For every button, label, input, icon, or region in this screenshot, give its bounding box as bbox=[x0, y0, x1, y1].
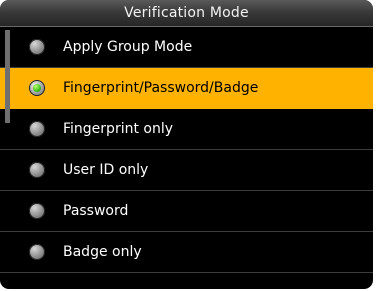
scrollbar-track[interactable] bbox=[5, 30, 10, 123]
radio-button-icon[interactable] bbox=[29, 244, 45, 260]
option-fingerprint-only[interactable]: Fingerprint only bbox=[0, 109, 373, 150]
option-label: Fingerprint only bbox=[63, 121, 174, 137]
option-fingerprint-password-badge[interactable]: Fingerprint/Password/Badge bbox=[0, 68, 373, 109]
option-apply-group-mode[interactable]: Apply Group Mode bbox=[0, 27, 373, 68]
option-label: User ID only bbox=[63, 162, 149, 178]
radio-button-icon[interactable] bbox=[29, 203, 45, 219]
device-screen: Verification Mode Apply Group Mode Finge… bbox=[0, 0, 373, 289]
radio-button-icon[interactable] bbox=[29, 39, 45, 55]
page-title: Verification Mode bbox=[124, 5, 249, 21]
option-password[interactable]: Password bbox=[0, 191, 373, 232]
radio-button-icon[interactable] bbox=[29, 80, 45, 96]
option-label: Apply Group Mode bbox=[63, 39, 193, 55]
verification-mode-list: Apply Group Mode Fingerprint/Password/Ba… bbox=[0, 27, 373, 273]
option-label: Password bbox=[63, 203, 129, 219]
radio-dot-icon bbox=[33, 84, 41, 92]
scrollbar-thumb[interactable] bbox=[5, 30, 10, 123]
title-bar: Verification Mode bbox=[0, 0, 373, 27]
radio-button-icon[interactable] bbox=[29, 162, 45, 178]
option-badge-only[interactable]: Badge only bbox=[0, 232, 373, 273]
option-label: Fingerprint/Password/Badge bbox=[63, 80, 259, 96]
option-user-id-only[interactable]: User ID only bbox=[0, 150, 373, 191]
option-label: Badge only bbox=[63, 244, 142, 260]
radio-button-icon[interactable] bbox=[29, 121, 45, 137]
